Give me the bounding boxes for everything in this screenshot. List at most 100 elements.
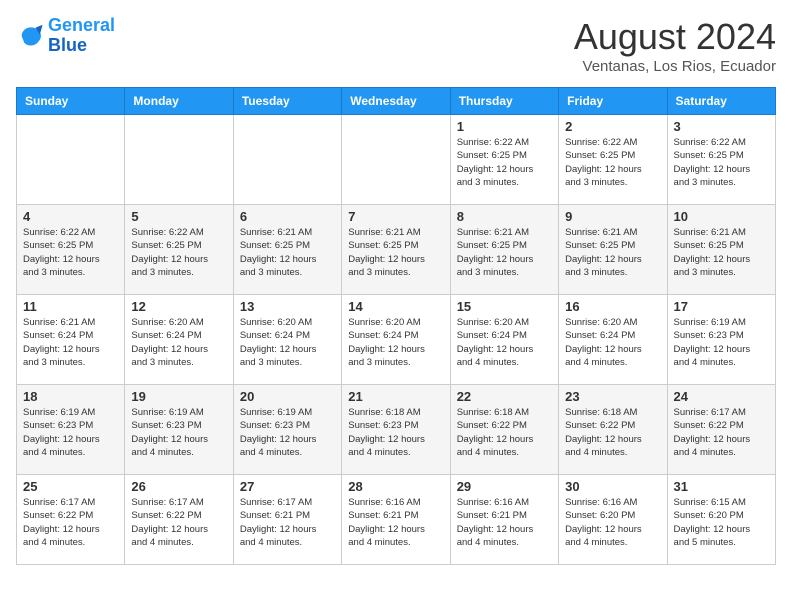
calendar-table: SundayMondayTuesdayWednesdayThursdayFrid… xyxy=(16,87,776,565)
weekday-header-row: SundayMondayTuesdayWednesdayThursdayFrid… xyxy=(17,88,776,115)
day-info: Sunrise: 6:15 AM Sunset: 6:20 PM Dayligh… xyxy=(674,496,769,549)
day-info: Sunrise: 6:19 AM Sunset: 6:23 PM Dayligh… xyxy=(131,406,226,459)
calendar-cell xyxy=(233,115,341,205)
day-number: 22 xyxy=(457,389,552,404)
day-info: Sunrise: 6:21 AM Sunset: 6:25 PM Dayligh… xyxy=(674,226,769,279)
day-info: Sunrise: 6:16 AM Sunset: 6:21 PM Dayligh… xyxy=(457,496,552,549)
calendar-cell: 10 Sunrise: 6:21 AM Sunset: 6:25 PM Dayli… xyxy=(667,205,775,295)
logo-icon xyxy=(16,22,44,50)
calendar-cell: 22Sunrise: 6:18 AM Sunset: 6:22 PM Dayli… xyxy=(450,385,558,475)
calendar-cell: 6 Sunrise: 6:21 AM Sunset: 6:25 PM Daylig… xyxy=(233,205,341,295)
page-header: General Blue August 2024 Ventanas, Los R… xyxy=(16,16,776,75)
calendar-cell: 16Sunrise: 6:20 AM Sunset: 6:24 PM Dayli… xyxy=(559,295,667,385)
day-info: Sunrise: 6:19 AM Sunset: 6:23 PM Dayligh… xyxy=(23,406,118,459)
calendar-cell: 21 Sunrise: 6:18 AM Sunset: 6:23 PM Dayli… xyxy=(342,385,450,475)
day-number: 29 xyxy=(457,479,552,494)
calendar-cell: 4 Sunrise: 6:22 AM Sunset: 6:25 PM Daylig… xyxy=(17,205,125,295)
day-number: 7 xyxy=(348,209,443,224)
weekday-header: Friday xyxy=(559,88,667,115)
day-info: Sunrise: 6:20 AM Sunset: 6:24 PM Dayligh… xyxy=(131,316,226,369)
calendar-cell: 7 Sunrise: 6:21 AM Sunset: 6:25 PM Daylig… xyxy=(342,205,450,295)
day-number: 9 xyxy=(565,209,660,224)
calendar-week-row: 4 Sunrise: 6:22 AM Sunset: 6:25 PM Daylig… xyxy=(17,205,776,295)
calendar-cell: 30 Sunrise: 6:16 AM Sunset: 6:20 PM Dayli… xyxy=(559,475,667,565)
day-number: 5 xyxy=(131,209,226,224)
calendar-cell: 23 Sunrise: 6:18 AM Sunset: 6:22 PM Dayli… xyxy=(559,385,667,475)
calendar-cell: 28Sunrise: 6:16 AM Sunset: 6:21 PM Dayli… xyxy=(342,475,450,565)
day-info: Sunrise: 6:22 AM Sunset: 6:25 PM Dayligh… xyxy=(457,136,552,189)
calendar-cell: 19 Sunrise: 6:19 AM Sunset: 6:23 PM Dayli… xyxy=(125,385,233,475)
day-number: 25 xyxy=(23,479,118,494)
day-info: Sunrise: 6:20 AM Sunset: 6:24 PM Dayligh… xyxy=(348,316,443,369)
day-number: 24 xyxy=(674,389,769,404)
calendar-cell xyxy=(125,115,233,205)
day-info: Sunrise: 6:22 AM Sunset: 6:25 PM Dayligh… xyxy=(565,136,660,189)
day-info: Sunrise: 6:21 AM Sunset: 6:25 PM Dayligh… xyxy=(348,226,443,279)
calendar-cell: 24Sunrise: 6:17 AM Sunset: 6:22 PM Dayli… xyxy=(667,385,775,475)
day-number: 19 xyxy=(131,389,226,404)
month-year: August 2024 xyxy=(574,16,776,58)
day-number: 4 xyxy=(23,209,118,224)
calendar-cell: 31 Sunrise: 6:15 AM Sunset: 6:20 PM Dayli… xyxy=(667,475,775,565)
calendar-week-row: 1 Sunrise: 6:22 AM Sunset: 6:25 PM Daylig… xyxy=(17,115,776,205)
calendar-week-row: 11Sunrise: 6:21 AM Sunset: 6:24 PM Dayli… xyxy=(17,295,776,385)
weekday-header: Sunday xyxy=(17,88,125,115)
day-info: Sunrise: 6:22 AM Sunset: 6:25 PM Dayligh… xyxy=(131,226,226,279)
calendar-cell: 29 Sunrise: 6:16 AM Sunset: 6:21 PM Dayli… xyxy=(450,475,558,565)
day-info: Sunrise: 6:18 AM Sunset: 6:22 PM Dayligh… xyxy=(565,406,660,459)
day-number: 2 xyxy=(565,119,660,134)
calendar-cell xyxy=(17,115,125,205)
day-number: 26 xyxy=(131,479,226,494)
calendar-cell: 13 Sunrise: 6:20 AM Sunset: 6:24 PM Dayli… xyxy=(233,295,341,385)
day-number: 28 xyxy=(348,479,443,494)
day-number: 14 xyxy=(348,299,443,314)
calendar-cell: 11Sunrise: 6:21 AM Sunset: 6:24 PM Dayli… xyxy=(17,295,125,385)
calendar-cell: 3 Sunrise: 6:22 AM Sunset: 6:25 PM Daylig… xyxy=(667,115,775,205)
day-number: 21 xyxy=(348,389,443,404)
day-info: Sunrise: 6:20 AM Sunset: 6:24 PM Dayligh… xyxy=(240,316,335,369)
day-info: Sunrise: 6:21 AM Sunset: 6:25 PM Dayligh… xyxy=(565,226,660,279)
weekday-header: Wednesday xyxy=(342,88,450,115)
day-number: 10 xyxy=(674,209,769,224)
weekday-header: Monday xyxy=(125,88,233,115)
day-info: Sunrise: 6:21 AM Sunset: 6:25 PM Dayligh… xyxy=(240,226,335,279)
calendar-cell: 2 Sunrise: 6:22 AM Sunset: 6:25 PM Daylig… xyxy=(559,115,667,205)
day-info: Sunrise: 6:17 AM Sunset: 6:22 PM Dayligh… xyxy=(23,496,118,549)
day-number: 31 xyxy=(674,479,769,494)
day-info: Sunrise: 6:22 AM Sunset: 6:25 PM Dayligh… xyxy=(23,226,118,279)
day-info: Sunrise: 6:21 AM Sunset: 6:25 PM Dayligh… xyxy=(457,226,552,279)
day-number: 23 xyxy=(565,389,660,404)
day-number: 20 xyxy=(240,389,335,404)
day-number: 17 xyxy=(674,299,769,314)
weekday-header: Saturday xyxy=(667,88,775,115)
calendar-cell: 15 Sunrise: 6:20 AM Sunset: 6:24 PM Dayli… xyxy=(450,295,558,385)
day-number: 13 xyxy=(240,299,335,314)
day-info: Sunrise: 6:18 AM Sunset: 6:23 PM Dayligh… xyxy=(348,406,443,459)
day-info: Sunrise: 6:22 AM Sunset: 6:25 PM Dayligh… xyxy=(674,136,769,189)
calendar-cell: 20Sunrise: 6:19 AM Sunset: 6:23 PM Dayli… xyxy=(233,385,341,475)
day-number: 16 xyxy=(565,299,660,314)
calendar-cell: 14 Sunrise: 6:20 AM Sunset: 6:24 PM Dayli… xyxy=(342,295,450,385)
day-number: 3 xyxy=(674,119,769,134)
day-number: 12 xyxy=(131,299,226,314)
day-info: Sunrise: 6:20 AM Sunset: 6:24 PM Dayligh… xyxy=(457,316,552,369)
logo-text: General Blue xyxy=(48,16,115,56)
calendar-cell: 26Sunrise: 6:17 AM Sunset: 6:22 PM Dayli… xyxy=(125,475,233,565)
calendar-week-row: 25 Sunrise: 6:17 AM Sunset: 6:22 PM Dayli… xyxy=(17,475,776,565)
calendar-cell: 17 Sunrise: 6:19 AM Sunset: 6:23 PM Dayli… xyxy=(667,295,775,385)
day-number: 30 xyxy=(565,479,660,494)
calendar-week-row: 18 Sunrise: 6:19 AM Sunset: 6:23 PM Dayli… xyxy=(17,385,776,475)
day-info: Sunrise: 6:19 AM Sunset: 6:23 PM Dayligh… xyxy=(674,316,769,369)
calendar-cell: 8Sunrise: 6:21 AM Sunset: 6:25 PM Daylig… xyxy=(450,205,558,295)
calendar-cell: 12 Sunrise: 6:20 AM Sunset: 6:24 PM Dayli… xyxy=(125,295,233,385)
day-number: 1 xyxy=(457,119,552,134)
calendar-cell: 25 Sunrise: 6:17 AM Sunset: 6:22 PM Dayli… xyxy=(17,475,125,565)
day-info: Sunrise: 6:16 AM Sunset: 6:20 PM Dayligh… xyxy=(565,496,660,549)
day-number: 15 xyxy=(457,299,552,314)
calendar-cell: 1 Sunrise: 6:22 AM Sunset: 6:25 PM Daylig… xyxy=(450,115,558,205)
weekday-header: Tuesday xyxy=(233,88,341,115)
calendar-cell xyxy=(342,115,450,205)
day-info: Sunrise: 6:17 AM Sunset: 6:21 PM Dayligh… xyxy=(240,496,335,549)
day-number: 6 xyxy=(240,209,335,224)
day-number: 18 xyxy=(23,389,118,404)
